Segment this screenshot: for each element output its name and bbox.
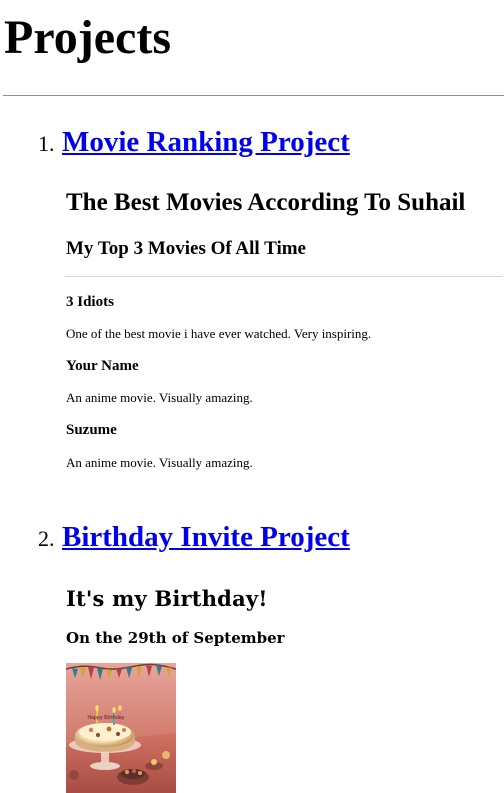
project-number: 2. xyxy=(38,526,55,551)
movie-description: An anime movie. Visually amazing. xyxy=(66,390,253,405)
project-number: 1. xyxy=(38,131,55,156)
birthday-cake-icon: Happy Birthday xyxy=(66,663,176,793)
birthday-heading: It's my Birthday! xyxy=(66,586,268,611)
movie-ranking-subheading: My Top 3 Movies Of All Time xyxy=(66,238,306,259)
movie-description: One of the best movie i have ever watche… xyxy=(66,326,372,341)
movie-description: An anime movie. Visually amazing. xyxy=(66,455,253,470)
movie-title: 3 Idiots xyxy=(66,294,114,310)
movie-ranking-project-link[interactable]: Movie Ranking Project xyxy=(62,125,350,159)
projects-page: Projects 1. Movie Ranking Project The Be… xyxy=(0,0,504,793)
birthday-invite-project-link[interactable]: Birthday Invite Project xyxy=(62,520,350,554)
page-divider xyxy=(3,95,504,96)
birthday-cake-photo: Happy Birthday xyxy=(66,663,176,793)
birthday-date: On the 29th of September xyxy=(66,629,285,647)
movie-ranking-heading: The Best Movies According To Suhail xyxy=(66,189,466,216)
page-title: Projects xyxy=(4,11,172,64)
movie-title: Your Name xyxy=(66,358,139,374)
cake-sign-text: Happy Birthday xyxy=(88,715,125,721)
movie-title: Suzume xyxy=(66,422,117,438)
movie-list-divider xyxy=(65,276,502,277)
